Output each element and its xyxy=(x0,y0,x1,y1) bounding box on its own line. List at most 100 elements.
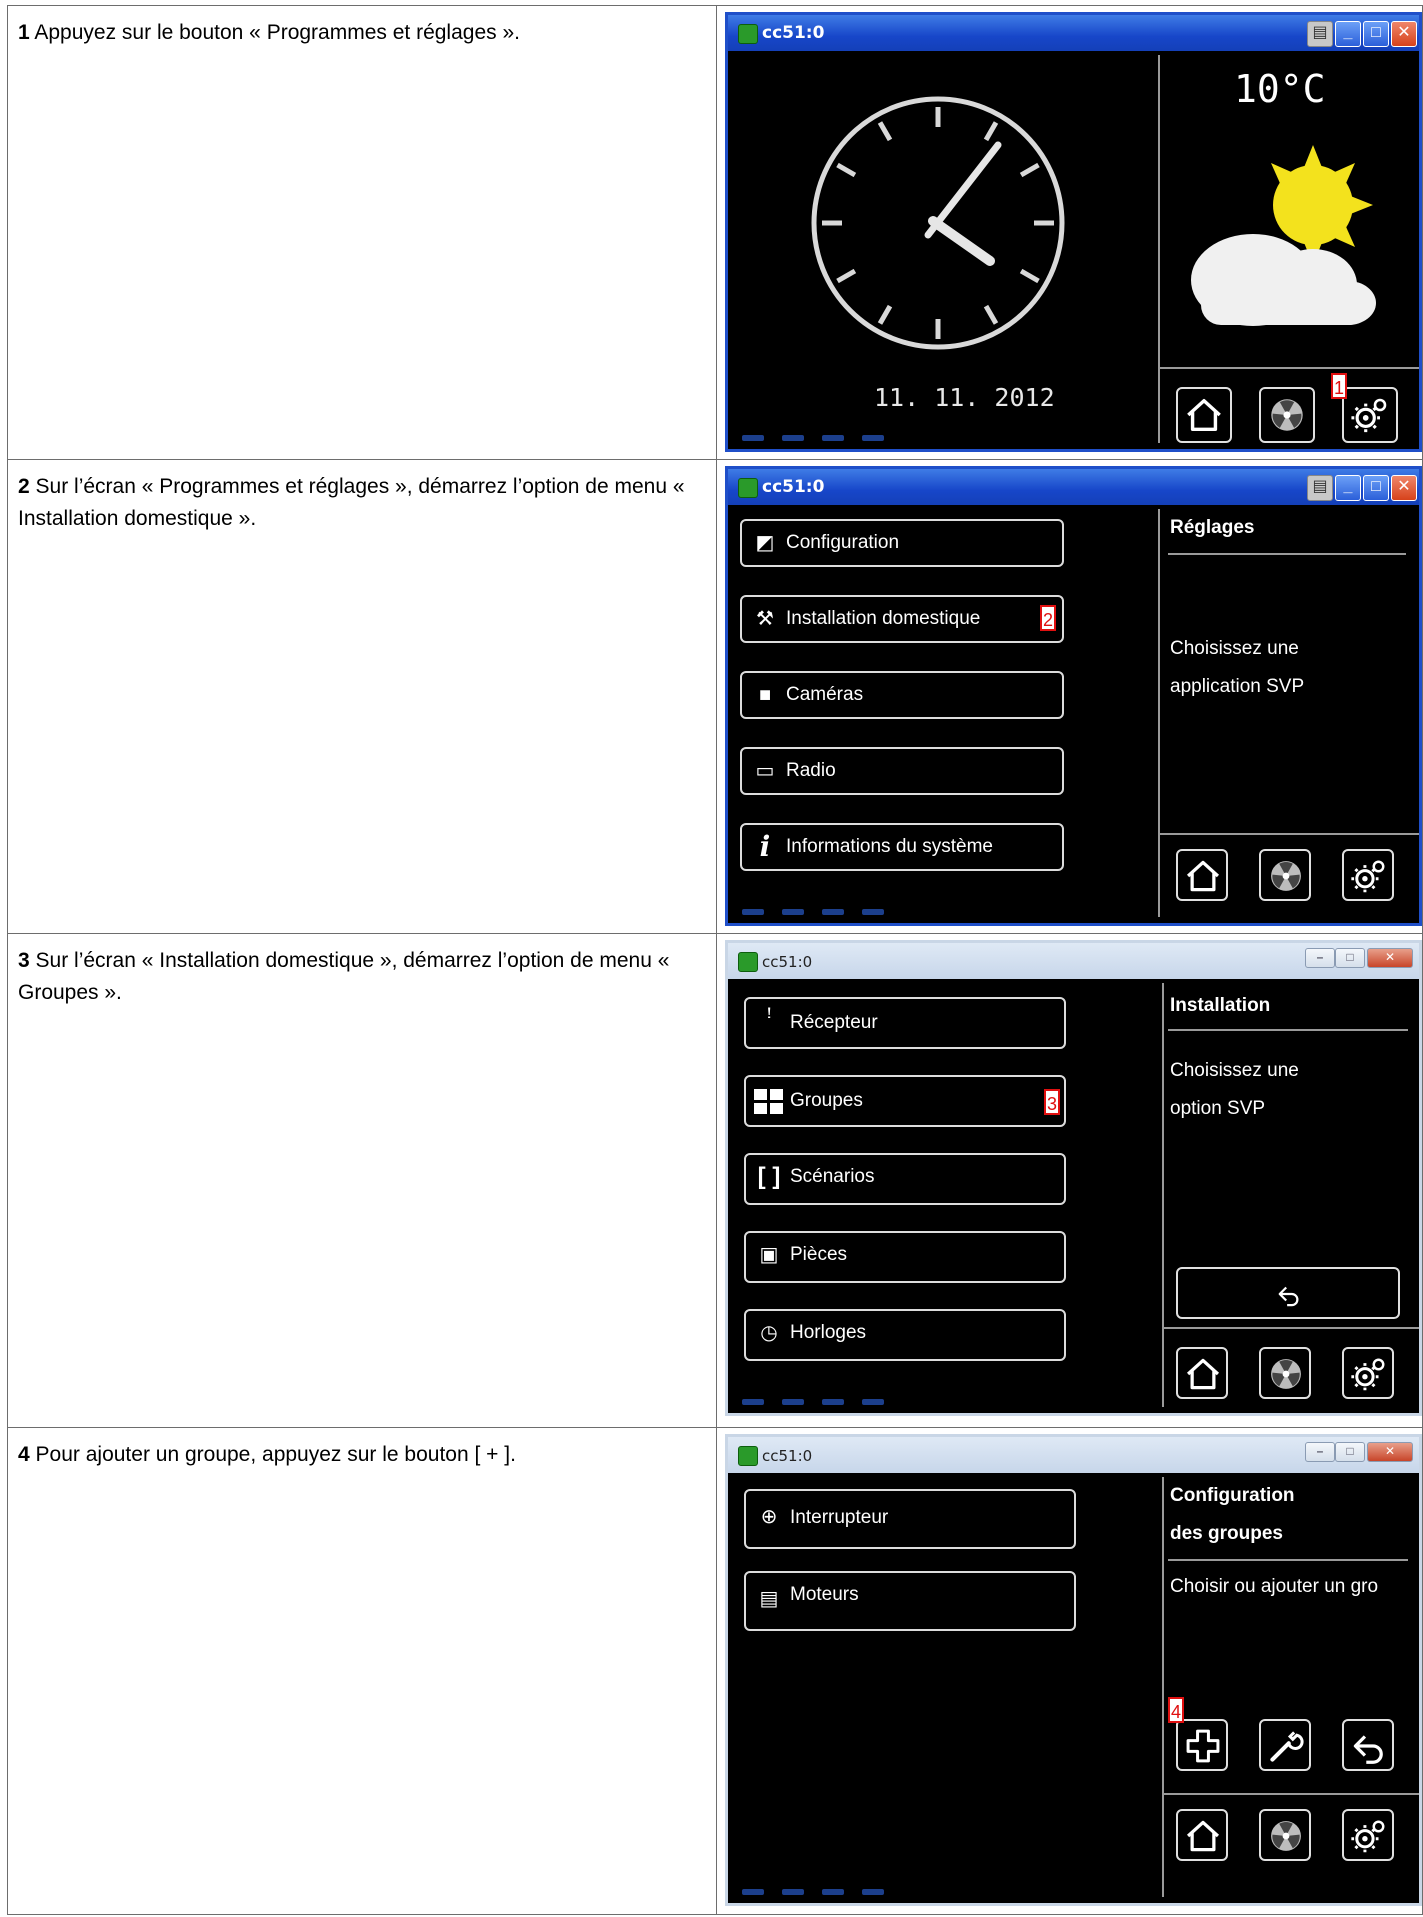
menu-item-installation[interactable]: ⚒ Installation domestique xyxy=(740,595,1064,643)
menu-item-motors[interactable]: ▤ Moteurs xyxy=(744,1571,1076,1631)
app-icon xyxy=(738,1446,758,1466)
app-icon xyxy=(738,478,758,498)
step-callout: 3 xyxy=(1044,1089,1060,1115)
step-text-cell: 1 Appuyez sur le bouton « Programmes et … xyxy=(7,5,717,460)
step-row: 2 Sur l’écran « Programmes et réglages »… xyxy=(7,459,1423,934)
close-button[interactable]: ✕ xyxy=(1391,21,1417,47)
configuration-icon: ◩ xyxy=(755,532,775,554)
side-panel-title: Configuration xyxy=(1170,1485,1295,1506)
home-button[interactable] xyxy=(1176,1809,1228,1861)
menu-item-switch[interactable]: ⊕ Interrupteur xyxy=(744,1489,1076,1549)
side-panel-title: Réglages xyxy=(1170,517,1255,538)
menu-item-configuration[interactable]: ◩ Configuration xyxy=(740,519,1064,567)
window-title: cc51:0 xyxy=(762,23,825,43)
step-instruction: Sur l’écran « Installation domestique »,… xyxy=(18,949,670,1004)
groups-icon xyxy=(754,1089,784,1114)
menu-item-rooms[interactable]: ▣ Pièces xyxy=(744,1231,1066,1283)
settings-button[interactable] xyxy=(1342,1809,1394,1861)
step-row: 3 Sur l’écran « Installation domestique … xyxy=(7,933,1423,1428)
home-button[interactable] xyxy=(1176,387,1232,443)
programs-button[interactable] xyxy=(1259,1347,1311,1399)
step-number: 1 xyxy=(18,21,30,44)
window-titlebar: cc51:0 ▤ _ □ ✕ xyxy=(728,15,1419,51)
info-icon: i xyxy=(759,830,771,863)
antenna-icon: ꜝ xyxy=(766,1010,772,1032)
step-callout: 4 xyxy=(1168,1697,1184,1723)
minimize-button[interactable]: – xyxy=(1305,1442,1335,1462)
maximize-button[interactable]: □ xyxy=(1335,1442,1365,1462)
window-title: cc51:0 xyxy=(762,953,813,971)
menu-item-cameras[interactable]: ■ Caméras xyxy=(740,671,1064,719)
brackets-icon: [ ] xyxy=(757,1163,781,1190)
panel-divider xyxy=(1158,55,1160,443)
window-titlebar: cc51:0 – □ ✕ xyxy=(728,1437,1419,1473)
close-button[interactable]: ✕ xyxy=(1367,948,1413,968)
clock-date: 11. 11. 2012 xyxy=(874,383,1055,412)
status-bar xyxy=(742,1883,942,1899)
step-row: 1 Appuyez sur le bouton « Programmes et … xyxy=(7,5,1423,460)
step-number: 4 xyxy=(18,1443,30,1466)
step-row: 4 Pour ajouter un groupe, appuyez sur le… xyxy=(7,1427,1423,1915)
window-icon: ▣ xyxy=(759,1244,779,1266)
camera-icon: ■ xyxy=(758,684,772,706)
step-screenshot-cell: cc51:0 ▤ _ □ ✕ ◩ Configuration ⚒ Installat… xyxy=(716,459,1423,934)
device-screen: cc51:0 ▤ _ □ ✕ ◩ Configuration ⚒ Installat… xyxy=(725,466,1422,926)
step-instruction: Sur l’écran « Programmes et réglages », … xyxy=(18,475,685,530)
step-number: 3 xyxy=(18,949,30,972)
menu-item-scenarios[interactable]: [ ] Scénarios xyxy=(744,1153,1066,1205)
switch-icon: ⊕ xyxy=(760,1506,778,1528)
analog-clock xyxy=(811,96,1065,350)
minimize-button[interactable]: _ xyxy=(1335,21,1361,47)
menu-item-clocks[interactable]: ◷ Horloges xyxy=(744,1309,1066,1361)
programs-button[interactable] xyxy=(1259,1809,1311,1861)
status-bar xyxy=(742,903,942,919)
status-bar xyxy=(742,429,942,445)
settings-button[interactable] xyxy=(1342,849,1394,901)
maximize-button[interactable]: □ xyxy=(1363,21,1389,47)
close-button[interactable]: ✕ xyxy=(1391,475,1417,501)
step-instruction: Appuyez sur le bouton « Programmes et ré… xyxy=(34,21,520,44)
window-title: cc51:0 xyxy=(762,477,825,497)
window-title: cc51:0 xyxy=(762,1447,813,1465)
step-number: 2 xyxy=(18,475,30,498)
maximize-button[interactable]: □ xyxy=(1363,475,1389,501)
device-screen: cc51:0 – □ ✕ ⊕ Interrupteur ▤ Moteurs Conf… xyxy=(725,1434,1422,1906)
programs-button[interactable] xyxy=(1259,849,1311,901)
close-button[interactable]: ✕ xyxy=(1367,1442,1413,1462)
radio-icon: ▭ xyxy=(755,760,775,782)
window-titlebar: cc51:0 – □ ✕ xyxy=(728,943,1419,979)
back-button[interactable] xyxy=(1342,1719,1394,1771)
home-button[interactable] xyxy=(1176,849,1228,901)
app-icon xyxy=(738,24,758,44)
menu-item-radio[interactable]: ▭ Radio xyxy=(740,747,1064,795)
device-screen: cc51:0 ▤ _ □ ✕ 11. 11. 2012 10°C 1 xyxy=(725,12,1422,452)
settings-button[interactable] xyxy=(1342,1347,1394,1399)
add-group-button[interactable] xyxy=(1176,1719,1228,1771)
step-screenshot-cell: cc51:0 – □ ✕ ꜝ Récepteur Groupes [ ] Scéna… xyxy=(716,933,1423,1428)
print-icon[interactable]: ▤ xyxy=(1307,21,1333,47)
menu-item-receiver[interactable]: ꜝ Récepteur xyxy=(744,997,1066,1049)
back-button[interactable] xyxy=(1176,1267,1400,1319)
clock-icon: ◷ xyxy=(760,1322,778,1344)
device-screen: cc51:0 – □ ✕ ꜝ Récepteur Groupes [ ] Scéna… xyxy=(725,940,1422,1416)
status-bar xyxy=(742,1393,942,1409)
window-titlebar: cc51:0 ▤ _ □ ✕ xyxy=(728,469,1419,505)
step-text-cell: 3 Sur l’écran « Installation domestique … xyxy=(7,933,717,1428)
step-instruction: Pour ajouter un groupe, appuyez sur le b… xyxy=(35,1443,516,1466)
edit-button[interactable] xyxy=(1259,1719,1311,1771)
settings-button[interactable] xyxy=(1342,387,1398,443)
programs-button[interactable] xyxy=(1259,387,1315,443)
minimize-button[interactable]: – xyxy=(1305,948,1335,968)
menu-item-groups[interactable]: Groupes xyxy=(744,1075,1066,1127)
side-panel-title: Installation xyxy=(1170,995,1271,1016)
print-icon[interactable]: ▤ xyxy=(1307,475,1333,501)
home-button[interactable] xyxy=(1176,1347,1228,1399)
app-icon xyxy=(738,952,758,972)
menu-item-system-info[interactable]: i Informations du système xyxy=(740,823,1064,871)
step-screenshot-cell: cc51:0 – □ ✕ ⊕ Interrupteur ▤ Moteurs Conf… xyxy=(716,1427,1423,1915)
temperature: 10°C xyxy=(1234,67,1326,111)
minimize-button[interactable]: _ xyxy=(1335,475,1361,501)
steps-table: 1 Appuyez sur le bouton « Programmes et … xyxy=(7,5,1423,1915)
step-text-cell: 4 Pour ajouter un groupe, appuyez sur le… xyxy=(7,1427,717,1915)
maximize-button[interactable]: □ xyxy=(1335,948,1365,968)
